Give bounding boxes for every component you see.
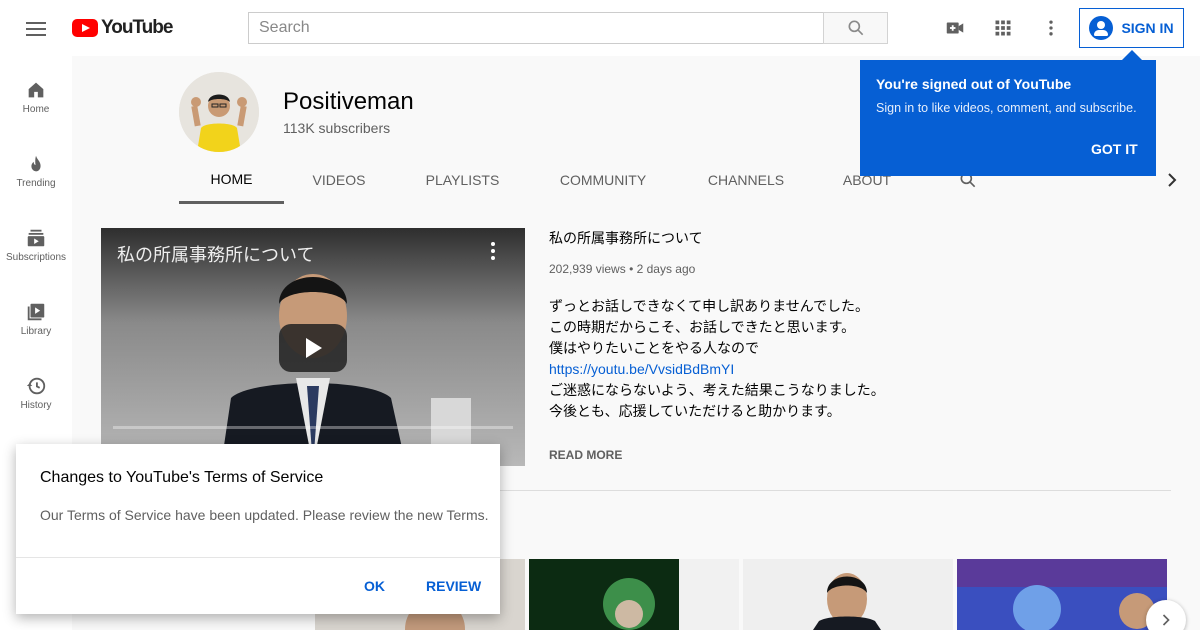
sidebar-item-library[interactable]: Library — [0, 282, 72, 356]
dialog-divider — [16, 557, 500, 558]
video-thumbnail[interactable] — [743, 559, 953, 630]
sidebar-item-label: Library — [20, 326, 52, 337]
signed-out-popup: You're signed out of YouTube Sign in to … — [860, 50, 1156, 176]
description-line: ご迷惑にならないよう、考えた結果こうなりました。 — [549, 382, 885, 398]
shelf-next-button[interactable] — [1146, 600, 1186, 630]
sidebar-item-label: History — [20, 400, 52, 411]
logo-play-icon — [72, 19, 98, 37]
sign-in-button[interactable]: SIGN IN — [1079, 8, 1184, 48]
apps-grid-icon[interactable] — [991, 16, 1015, 40]
video-thumbnail[interactable] — [529, 559, 739, 630]
channel-avatar[interactable] — [179, 72, 259, 152]
sidebar-item-history[interactable]: History — [0, 356, 72, 430]
upload-age: 2 days ago — [636, 262, 696, 276]
flame-icon — [24, 152, 48, 176]
terms-dialog: Changes to YouTube's Terms of Service Ou… — [16, 444, 500, 614]
dialog-title: Changes to YouTube's Terms of Service — [40, 469, 324, 486]
tabs-scroll-right-icon[interactable] — [1160, 168, 1184, 192]
video-metadata: 202,939 views • 2 days ago — [549, 262, 695, 276]
description-line: 今後とも、応援していただけると助かります。 — [549, 403, 841, 419]
more-options-icon[interactable] — [1039, 16, 1063, 40]
read-more-button[interactable]: READ MORE — [549, 448, 622, 462]
video-thumbnail[interactable] — [957, 559, 1167, 630]
sidebar-item-subscriptions[interactable]: Subscriptions — [0, 208, 72, 282]
video-description: ずっとお話しできなくて申し訳ありませんでした。 この時期だからこそ、お話しできた… — [549, 296, 885, 422]
masthead: YouTube SIGN IN — [0, 0, 1200, 56]
sidebar-item-home[interactable]: Home — [0, 60, 72, 134]
history-icon — [24, 374, 48, 398]
search-button[interactable] — [823, 12, 888, 44]
search-icon — [848, 20, 863, 36]
library-icon — [24, 300, 48, 324]
description-link[interactable]: https://youtu.be/VvsidBdBmYI — [549, 359, 885, 380]
description-line: ずっとお話しできなくて申し訳ありませんでした。 — [549, 298, 870, 314]
chevron-right-icon — [1162, 614, 1170, 626]
subscriptions-icon — [24, 226, 48, 250]
tab-channels[interactable]: CHANNELS — [675, 156, 817, 204]
description-line: 僕はやりたいことをやる人なので — [549, 340, 759, 356]
youtube-logo[interactable]: YouTube — [72, 17, 173, 39]
tab-playlists[interactable]: PLAYLISTS — [394, 156, 531, 204]
progress-bar[interactable] — [113, 426, 513, 429]
view-count: 202,939 views — [549, 262, 626, 276]
sign-in-label: SIGN IN — [1121, 20, 1174, 36]
meta-separator: • — [629, 262, 637, 276]
description-line: この時期だからこそ、お話しできたと思います。 — [549, 319, 856, 335]
subscriber-count: 113K subscribers — [283, 120, 391, 136]
sidebar-item-label: Trending — [16, 178, 56, 189]
review-button[interactable]: REVIEW — [426, 578, 481, 594]
popup-body: Sign in to like videos, comment, and sub… — [876, 101, 1137, 115]
play-button-icon[interactable] — [279, 324, 347, 372]
home-icon — [24, 78, 48, 102]
video-overlay-title: 私の所属事務所について — [117, 245, 315, 265]
logo-text: YouTube — [101, 17, 173, 38]
account-icon — [1089, 16, 1114, 40]
search-input[interactable] — [248, 12, 824, 44]
sidebar-item-label: Subscriptions — [5, 252, 67, 263]
channel-name: Positiveman — [283, 88, 414, 115]
featured-video-title[interactable]: 私の所属事務所について — [549, 228, 703, 248]
ok-button[interactable]: OK — [364, 578, 385, 594]
tab-community[interactable]: COMMUNITY — [531, 156, 675, 204]
sidebar-item-label: Home — [22, 104, 50, 115]
menu-icon[interactable] — [24, 18, 48, 38]
tab-videos[interactable]: VIDEOS — [284, 156, 394, 204]
tab-home[interactable]: HOME — [179, 156, 284, 204]
popup-title: You're signed out of YouTube — [876, 76, 1072, 92]
got-it-button[interactable]: GOT IT — [1091, 141, 1138, 157]
video-more-icon[interactable] — [485, 240, 501, 262]
create-video-icon[interactable] — [943, 16, 967, 40]
sidebar-item-trending[interactable]: Trending — [0, 134, 72, 208]
featured-video-player[interactable]: 私の所属事務所について — [101, 228, 525, 466]
dialog-body: Our Terms of Service have been updated. … — [40, 507, 489, 523]
